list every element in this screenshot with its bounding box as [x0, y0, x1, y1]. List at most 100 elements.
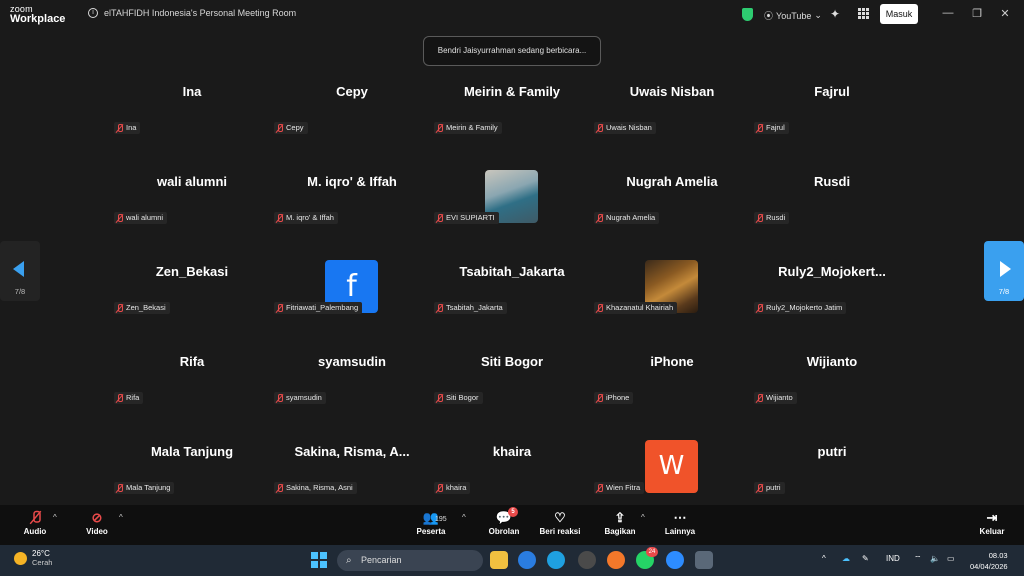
zoom-app-icon[interactable] — [518, 551, 536, 569]
participant-name-label: Uwais Nisban — [594, 122, 656, 134]
mic-muted-icon — [436, 213, 443, 223]
taskbar-search[interactable]: ⌕ Pencarian — [337, 550, 483, 571]
firefox-icon[interactable] — [607, 551, 625, 569]
participant-name: iPhone — [606, 393, 630, 402]
participant-name: wali alumni — [126, 213, 164, 222]
more-button[interactable]: ⋯ Lainnya — [662, 509, 698, 536]
chevron-up-icon[interactable]: ^ — [119, 513, 123, 522]
chevron-up-icon[interactable]: ^ — [462, 513, 466, 522]
onedrive-icon[interactable]: ☁ — [842, 554, 850, 563]
participant-tile[interactable]: f Fitriawati_Palembang — [272, 255, 432, 345]
leave-button[interactable]: ⇥ Keluar — [976, 509, 1008, 536]
language-indicator[interactable]: IND — [886, 554, 900, 563]
gallery-view-icon[interactable] — [858, 8, 869, 19]
participant-name-label: Meirin & Family — [434, 122, 502, 134]
participant-tile[interactable]: iPhone iPhone — [592, 345, 752, 435]
mic-muted-icon — [436, 393, 443, 403]
whatsapp-icon[interactable]: 24 — [636, 547, 658, 569]
file-explorer-icon[interactable] — [490, 551, 508, 569]
minimize-button[interactable]: — — [941, 7, 955, 19]
chat-label: Obrolan — [488, 527, 520, 536]
participant-tile[interactable]: wali alumni wali alumni — [112, 165, 272, 255]
chevron-up-icon[interactable]: ^ — [822, 554, 826, 563]
participant-name: Ina — [126, 123, 137, 132]
audio-button[interactable]: Audio — [20, 509, 50, 536]
participant-name-label: Siti Bogor — [434, 392, 483, 404]
zoom-running-icon[interactable] — [666, 551, 684, 569]
mic-muted-icon — [116, 213, 123, 223]
close-button[interactable]: ✕ — [998, 7, 1012, 20]
reactions-button[interactable]: ♡ Beri reaksi — [538, 509, 582, 536]
whatsapp-badge: 24 — [646, 547, 658, 557]
previous-page-button[interactable]: 7/8 — [0, 241, 40, 301]
mic-muted-icon — [436, 303, 443, 313]
stream-icon: ⦿ — [764, 11, 774, 21]
title-bar: zoom Workplace i elTAHFIDH Indonesia's P… — [0, 0, 1024, 30]
participant-display-name: M. iqro' & Iffah — [307, 174, 397, 189]
participant-tile[interactable]: Zen_Bekasi Zen_Bekasi — [112, 255, 272, 345]
meeting-title-text: elTAHFIDH Indonesia's Personal Meeting R… — [104, 8, 297, 18]
chat-button[interactable]: 💬 5 Obrolan — [486, 507, 522, 536]
participant-name: syamsudin — [286, 393, 322, 402]
system-clock[interactable]: 08.03 04/04/2026 — [970, 550, 1008, 572]
speaking-indicator: Bendri Jaisyurrahman sedang berbicara... — [423, 36, 601, 66]
share-button[interactable]: ⇪ Bagikan — [602, 509, 638, 536]
info-icon[interactable]: i — [88, 8, 98, 18]
participant-tile[interactable]: Tsabitah_Jakarta Tsabitah_Jakarta — [432, 255, 592, 345]
participant-name: Khazanatul Khairiah — [606, 303, 674, 312]
participant-tile[interactable]: Ruly2_Mojokert... Ruly2_Mojokerto Jatim — [752, 255, 912, 345]
participant-name-label: Fajrul — [754, 122, 789, 134]
youtube-stream-button[interactable]: ⦿ YouTube ⌄ — [764, 9, 822, 22]
participant-display-name: Cepy — [336, 84, 368, 99]
participant-tile[interactable]: Meirin & Family Meirin & Family — [432, 75, 592, 165]
participant-tile[interactable]: Rusdi Rusdi — [752, 165, 912, 255]
participant-tile[interactable]: Wijianto Wijianto — [752, 345, 912, 435]
chevron-up-icon[interactable]: ^ — [641, 513, 645, 522]
participant-tile[interactable]: Siti Bogor Siti Bogor — [432, 345, 592, 435]
participant-display-name: Mala Tanjung — [150, 444, 234, 459]
battery-icon[interactable]: ▭ — [947, 554, 955, 563]
participant-tile[interactable]: Rifa Rifa — [112, 345, 272, 435]
participant-name: Ruly2_Mojokerto Jatim — [766, 303, 843, 312]
video-button[interactable]: ⊘ Video — [82, 509, 112, 536]
reactions-label: Beri reaksi — [539, 527, 581, 536]
restore-button[interactable]: ❐ — [970, 7, 984, 20]
app-icon[interactable] — [578, 551, 596, 569]
participant-name: M. iqro' & Iffah — [286, 213, 334, 222]
next-page-button[interactable]: 7/8 — [984, 241, 1024, 301]
participant-tile[interactable]: EVI SUPIARTI — [432, 165, 592, 255]
participant-grid: Ina Ina Cepy Cepy Meirin & Family Meirin & Fa… — [112, 75, 912, 505]
mic-muted-icon — [276, 483, 283, 493]
windows-start-icon[interactable] — [311, 552, 327, 568]
pen-icon[interactable]: ✎ — [862, 554, 869, 563]
participant-tile[interactable]: Cepy Cepy — [272, 75, 432, 165]
mic-muted-icon — [756, 393, 763, 403]
participant-tile[interactable]: Fajrul Fajrul — [752, 75, 912, 165]
weather-widget[interactable]: 26°C Cerah — [14, 549, 52, 567]
youtube-label: YouTube — [776, 10, 812, 21]
participant-tile[interactable]: Nugrah Amelia Nugrah Amelia — [592, 165, 752, 255]
participant-name: Fajrul — [766, 123, 785, 132]
participant-display-name: syamsudin — [318, 354, 386, 369]
participant-tile[interactable]: Uwais Nisban Uwais Nisban — [592, 75, 752, 165]
arrow-right-icon — [1000, 261, 1011, 277]
ai-companion-icon[interactable]: ✦ — [830, 7, 840, 21]
participant-tile[interactable]: syamsudin syamsudin — [272, 345, 432, 435]
sign-in-button[interactable]: Masuk — [880, 4, 918, 24]
mic-muted-icon — [756, 123, 763, 133]
participant-name-label: Wijianto — [754, 392, 797, 404]
shield-icon[interactable] — [742, 8, 753, 21]
volume-icon[interactable]: 🔈 — [930, 554, 940, 563]
wifi-icon[interactable]: ⌔ — [914, 554, 922, 564]
remote-desktop-icon[interactable] — [695, 551, 713, 569]
participant-tile[interactable]: M. iqro' & Iffah M. iqro' & Iffah — [272, 165, 432, 255]
meeting-title[interactable]: i elTAHFIDH Indonesia's Personal Meeting… — [88, 8, 296, 18]
chevron-up-icon[interactable]: ^ — [53, 513, 57, 522]
edge-icon[interactable] — [547, 551, 565, 569]
mic-muted-icon — [116, 123, 123, 133]
participant-name: Uwais Nisban — [606, 123, 652, 132]
leave-icon: ⇥ — [986, 510, 998, 525]
participant-tile[interactable]: Ina Ina — [112, 75, 272, 165]
participant-tile[interactable]: Khazanatul Khairiah — [592, 255, 752, 345]
participants-button[interactable]: 👥 195 Peserta — [413, 509, 449, 536]
